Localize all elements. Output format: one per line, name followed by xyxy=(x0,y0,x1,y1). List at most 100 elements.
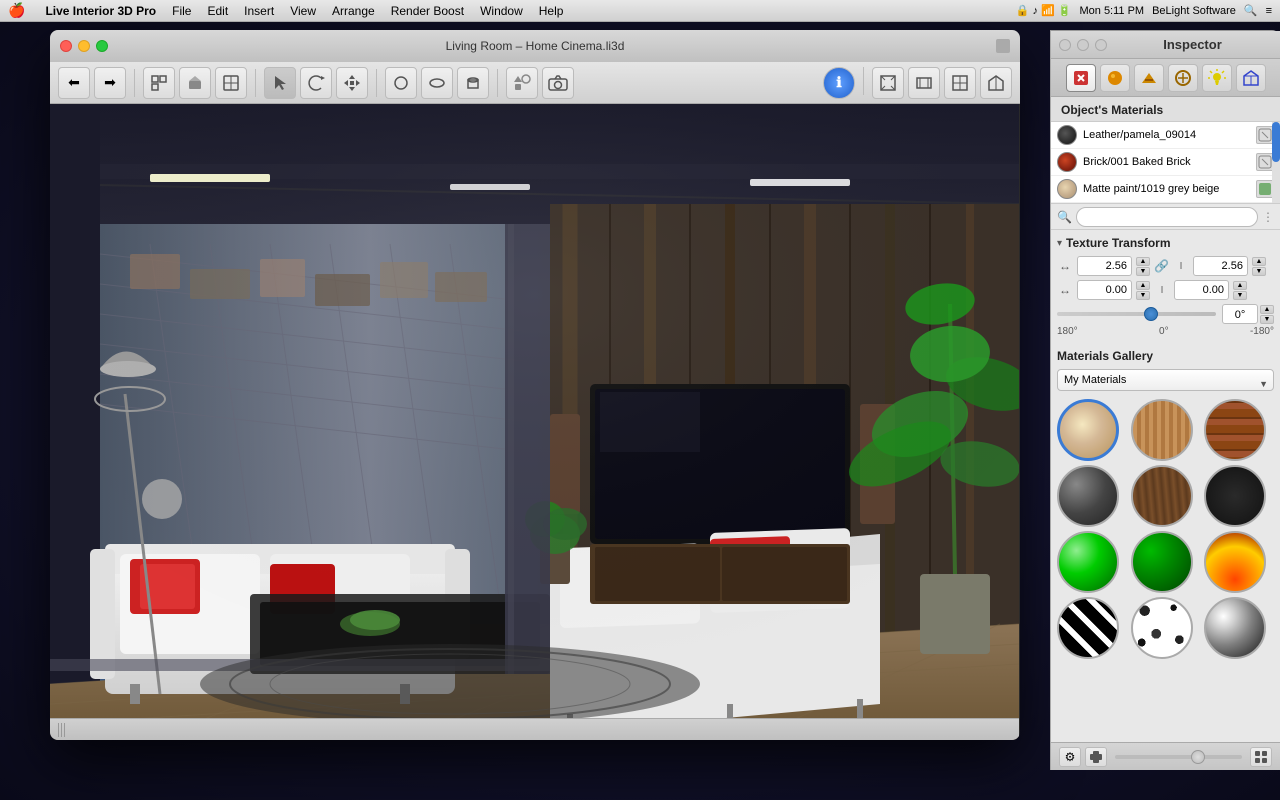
nav-back-btn[interactable]: ⬅ xyxy=(58,67,90,99)
offset-y-down[interactable]: ▼ xyxy=(1233,291,1247,300)
menu-window[interactable]: Window xyxy=(480,4,523,18)
link-proportional-icon[interactable]: 🔗 xyxy=(1154,259,1169,273)
offset-x-up[interactable]: ▲ xyxy=(1136,281,1150,290)
close-button[interactable] xyxy=(60,40,72,52)
search-menu-dots[interactable]: ⋮ xyxy=(1262,210,1274,224)
offset-x-down[interactable]: ▼ xyxy=(1136,291,1150,300)
overview-btn[interactable] xyxy=(215,67,247,99)
maximize-button[interactable] xyxy=(96,40,108,52)
elevation-btn[interactable] xyxy=(908,67,940,99)
top-view-btn[interactable] xyxy=(944,67,976,99)
ring-btn[interactable] xyxy=(421,67,453,99)
objects-materials-title: Object's Materials xyxy=(1051,97,1280,122)
gallery-item-brick[interactable] xyxy=(1204,399,1266,461)
tab-texture[interactable] xyxy=(1134,64,1164,92)
inspector-close[interactable] xyxy=(1059,39,1071,51)
sphere-btn[interactable] xyxy=(385,67,417,99)
inspector-maximize[interactable] xyxy=(1095,39,1107,51)
tab-object[interactable] xyxy=(1100,64,1130,92)
inspector-minimize[interactable] xyxy=(1077,39,1089,51)
tab-lighting[interactable] xyxy=(1202,64,1232,92)
gallery-item-fire[interactable] xyxy=(1204,531,1266,593)
menu-arrange[interactable]: Arrange xyxy=(332,4,375,18)
gallery-settings-btn[interactable]: ⚙ xyxy=(1059,747,1081,767)
3d-view-btn[interactable] xyxy=(179,67,211,99)
rotate-tool-btn[interactable] xyxy=(300,67,332,99)
gallery-dropdown-wrap: My Materials All Materials Recent ▼ xyxy=(1057,369,1274,399)
angle-up[interactable]: ▲ xyxy=(1260,305,1274,314)
gallery-item-zebra[interactable] xyxy=(1057,597,1119,659)
gallery-item-dark[interactable] xyxy=(1204,465,1266,527)
gallery-grid xyxy=(1057,399,1274,659)
select-tool-btn[interactable] xyxy=(264,67,296,99)
gallery-view-btn[interactable] xyxy=(1250,747,1272,767)
nav-forward-btn[interactable]: ➡ xyxy=(94,67,126,99)
materials-scrollbar[interactable] xyxy=(1272,122,1280,203)
offset-x-input[interactable] xyxy=(1077,280,1132,300)
material-search-input[interactable] xyxy=(1076,207,1258,227)
menu-file[interactable]: File xyxy=(172,4,191,18)
gallery-item-metal[interactable] xyxy=(1057,465,1119,527)
menu-extra-icon[interactable]: ≡ xyxy=(1266,5,1272,17)
info-btn[interactable]: ℹ xyxy=(823,67,855,99)
material-item-brick[interactable]: Brick/001 Baked Brick xyxy=(1051,149,1280,176)
menu-help[interactable]: Help xyxy=(539,4,564,18)
tab-color[interactable] xyxy=(1168,64,1198,92)
apple-menu[interactable]: 🍎 xyxy=(8,2,25,19)
camera-btn[interactable] xyxy=(542,67,574,99)
bottom-handle[interactable] xyxy=(58,723,66,737)
gallery-item-chrome[interactable] xyxy=(1204,597,1266,659)
search-menu-icon[interactable]: 🔍 xyxy=(1244,4,1258,17)
gallery-size-slider[interactable] xyxy=(1115,755,1242,759)
material-item-paint[interactable]: Matte paint/1019 grey beige xyxy=(1051,176,1280,203)
rotation-slider-thumb[interactable] xyxy=(1144,307,1158,321)
angle-down[interactable]: ▼ xyxy=(1260,315,1274,324)
scale-y-input[interactable] xyxy=(1193,256,1248,276)
rotation-slider-track[interactable] xyxy=(1057,312,1216,316)
gallery-add-btn[interactable] xyxy=(1085,747,1107,767)
gallery-item-green-shiny[interactable] xyxy=(1057,531,1119,593)
material-item-leather[interactable]: Leather/pamela_09014 xyxy=(1051,122,1280,149)
gallery-item-wood-light[interactable] xyxy=(1131,399,1193,461)
menu-insert[interactable]: Insert xyxy=(244,4,274,18)
tab-room[interactable] xyxy=(1236,64,1266,92)
tab-materials[interactable] xyxy=(1066,64,1096,92)
cylinder-btn[interactable] xyxy=(457,67,489,99)
offset-x-icon: ↔ xyxy=(1057,283,1073,297)
menu-edit[interactable]: Edit xyxy=(207,4,228,18)
perspective-btn[interactable] xyxy=(872,67,904,99)
angle-value: 0° xyxy=(1222,304,1258,324)
gallery-item-wood-dark[interactable] xyxy=(1131,465,1193,527)
viewport[interactable] xyxy=(50,104,1019,740)
gallery-item-dalmatian[interactable] xyxy=(1131,597,1193,659)
texture-transform-arrow[interactable]: ▾ xyxy=(1057,238,1062,249)
app-name[interactable]: Live Interior 3D Pro xyxy=(45,4,156,18)
texture-transform-title: Texture Transform xyxy=(1066,236,1170,250)
gallery-item-green-deep[interactable] xyxy=(1131,531,1193,593)
move-tool-btn[interactable] xyxy=(336,67,368,99)
window-collapse-btn[interactable] xyxy=(996,39,1010,53)
gallery-size-thumb[interactable] xyxy=(1191,750,1205,764)
main-window: Living Room – Home Cinema.li3d ⬅ ➡ xyxy=(50,30,1020,740)
material-swatch-brick xyxy=(1057,152,1077,172)
window-title: Living Room – Home Cinema.li3d xyxy=(446,39,625,53)
scale-x-input[interactable] xyxy=(1077,256,1132,276)
menu-render[interactable]: Render Boost xyxy=(391,4,464,18)
materials-scrollbar-thumb[interactable] xyxy=(1272,122,1280,162)
scale-y-up[interactable]: ▲ xyxy=(1252,257,1266,266)
scale-x-up[interactable]: ▲ xyxy=(1136,257,1150,266)
scale-y-down[interactable]: ▼ xyxy=(1252,267,1266,276)
menu-view[interactable]: View xyxy=(290,4,316,18)
gallery-item-cream[interactable] xyxy=(1057,399,1119,461)
floor-plan-btn[interactable] xyxy=(143,67,175,99)
scale-x-down[interactable]: ▼ xyxy=(1136,267,1150,276)
room-view-btn[interactable] xyxy=(980,67,1012,99)
material-swatch-paint xyxy=(1057,179,1077,199)
room-render xyxy=(50,104,1019,740)
gallery-dropdown[interactable]: My Materials All Materials Recent xyxy=(1057,369,1274,391)
offset-y-up[interactable]: ▲ xyxy=(1233,281,1247,290)
angle-stepper: 0° ▲ ▼ xyxy=(1222,304,1274,324)
offset-y-input[interactable] xyxy=(1174,280,1229,300)
object-library-btn[interactable] xyxy=(506,67,538,99)
minimize-button[interactable] xyxy=(78,40,90,52)
